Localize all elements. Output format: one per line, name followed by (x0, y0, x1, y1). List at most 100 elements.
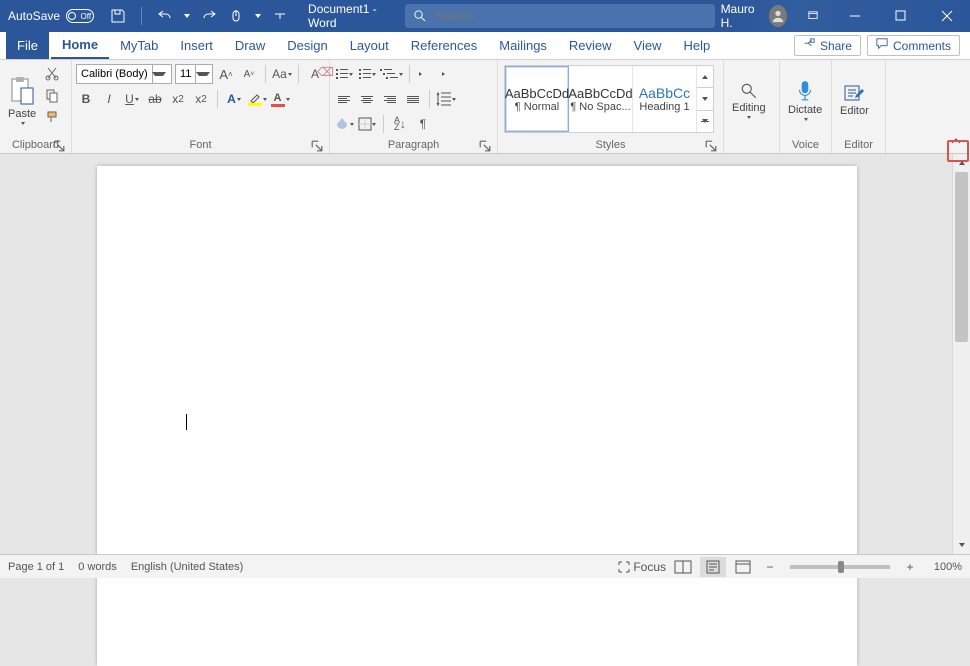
zoom-out-icon[interactable]: − (760, 557, 780, 577)
copy-icon[interactable] (42, 85, 62, 105)
multilevel-list-icon[interactable] (380, 64, 403, 84)
bold-button[interactable]: B (76, 89, 96, 109)
autosave-label: AutoSave (8, 9, 60, 23)
dictate-button[interactable]: Dictate (784, 63, 826, 137)
word-count[interactable]: 0 words (78, 561, 117, 573)
save-icon[interactable] (110, 8, 126, 24)
font-launcher-icon[interactable] (311, 140, 323, 152)
qat-customize-icon[interactable] (272, 8, 288, 24)
touch-mouse-icon[interactable] (228, 8, 244, 24)
strikethrough-button[interactable]: ab (145, 89, 165, 109)
highlight-color-icon[interactable] (247, 89, 267, 109)
superscript-button[interactable]: x2 (191, 89, 211, 109)
autosave-toggle[interactable]: AutoSave Off (0, 9, 102, 23)
comment-icon (876, 38, 888, 53)
tab-home[interactable]: Home (51, 32, 109, 59)
shrink-font-icon[interactable]: A˅ (239, 64, 259, 84)
page[interactable] (97, 166, 857, 666)
subscript-button[interactable]: x2 (168, 89, 188, 109)
vertical-scrollbar[interactable] (952, 154, 970, 554)
search-input[interactable] (435, 9, 706, 23)
tab-draw[interactable]: Draw (224, 32, 276, 59)
tab-layout[interactable]: Layout (339, 32, 400, 59)
gallery-more-icon[interactable] (697, 111, 713, 132)
align-center-icon[interactable] (357, 89, 377, 109)
share-button[interactable]: Share (794, 35, 861, 56)
paste-button[interactable]: Paste (4, 63, 40, 137)
styles-launcher-icon[interactable] (705, 140, 717, 152)
style-heading1[interactable]: AaBbCc Heading 1 (633, 66, 697, 132)
zoom-in-icon[interactable]: + (900, 557, 920, 577)
grow-font-icon[interactable]: A˄ (216, 64, 236, 84)
focus-mode-button[interactable]: Focus (618, 557, 666, 577)
search-box[interactable] (405, 4, 715, 28)
gallery-down-icon[interactable] (697, 88, 713, 110)
justify-icon[interactable] (403, 89, 423, 109)
clear-formatting-icon[interactable]: A⌫ (305, 64, 325, 84)
zoom-handle[interactable] (838, 561, 844, 573)
tab-help[interactable]: Help (673, 32, 722, 59)
align-left-icon[interactable] (334, 89, 354, 109)
scroll-track[interactable] (953, 172, 970, 536)
borders-icon[interactable] (357, 114, 377, 134)
tab-mailings[interactable]: Mailings (488, 32, 558, 59)
quick-access-toolbar (102, 7, 296, 25)
text-effects-icon[interactable]: A (224, 89, 244, 109)
styles-gallery[interactable]: AaBbCcDd ¶ Normal AaBbCcDd ¶ No Spac... … (504, 65, 714, 133)
web-layout-icon[interactable] (730, 557, 756, 577)
line-spacing-icon[interactable] (436, 89, 456, 109)
underline-button[interactable]: U (122, 89, 142, 109)
tab-mytab[interactable]: MyTab (109, 32, 169, 59)
minimize-button[interactable] (832, 0, 878, 32)
print-layout-icon[interactable] (700, 557, 726, 577)
group-clipboard: Paste Clipboard (0, 60, 72, 153)
tab-view[interactable]: View (623, 32, 673, 59)
shading-icon[interactable] (334, 114, 354, 134)
style-no-spacing[interactable]: AaBbCcDd ¶ No Spac... (569, 66, 633, 132)
font-size-combo[interactable]: 11 (175, 64, 213, 84)
style-normal[interactable]: AaBbCcDd ¶ Normal (505, 66, 569, 132)
tab-file[interactable]: File (6, 32, 49, 59)
window-title: Document1 - Word (296, 2, 405, 30)
tab-design[interactable]: Design (276, 32, 338, 59)
editor-button[interactable]: Editor (836, 63, 873, 137)
sort-icon[interactable]: AZ↓ (390, 114, 410, 134)
font-family-combo[interactable]: Calibri (Body) (76, 64, 172, 84)
format-painter-icon[interactable] (42, 107, 62, 127)
language-indicator[interactable]: English (United States) (131, 561, 244, 573)
scroll-thumb[interactable] (955, 172, 968, 342)
show-hide-icon[interactable]: ¶ (413, 114, 433, 134)
tab-references[interactable]: References (400, 32, 488, 59)
user-account[interactable]: Mauro H. (715, 2, 794, 30)
toggle-switch[interactable]: Off (66, 9, 94, 23)
zoom-slider[interactable] (790, 565, 890, 569)
font-color-icon[interactable]: A (270, 89, 290, 109)
tab-insert[interactable]: Insert (169, 32, 224, 59)
undo-icon[interactable] (157, 8, 173, 24)
change-case-icon[interactable]: Aa (272, 64, 292, 84)
paragraph-launcher-icon[interactable] (479, 140, 491, 152)
share-icon (803, 38, 815, 53)
cut-icon[interactable] (42, 63, 62, 83)
tab-review[interactable]: Review (558, 32, 623, 59)
gallery-up-icon[interactable] (697, 66, 713, 88)
clipboard-launcher-icon[interactable] (53, 140, 65, 152)
numbering-icon[interactable] (357, 64, 377, 84)
align-right-icon[interactable] (380, 89, 400, 109)
decrease-indent-icon[interactable] (416, 64, 436, 84)
italic-button[interactable]: I (99, 89, 119, 109)
editing-button[interactable]: Editing (728, 63, 770, 137)
scroll-down-icon[interactable] (953, 536, 970, 554)
read-mode-icon[interactable] (670, 557, 696, 577)
bullets-icon[interactable] (334, 64, 354, 84)
page-indicator[interactable]: Page 1 of 1 (8, 561, 64, 573)
close-button[interactable] (924, 0, 970, 32)
increase-indent-icon[interactable] (439, 64, 459, 84)
ribbon-display-options-icon[interactable] (793, 0, 832, 32)
maximize-button[interactable] (878, 0, 924, 32)
redo-icon[interactable] (201, 8, 217, 24)
zoom-level[interactable]: 100% (924, 561, 962, 573)
group-editing: Editing (724, 60, 780, 153)
search-icon (413, 8, 428, 24)
comments-button[interactable]: Comments (867, 35, 960, 56)
